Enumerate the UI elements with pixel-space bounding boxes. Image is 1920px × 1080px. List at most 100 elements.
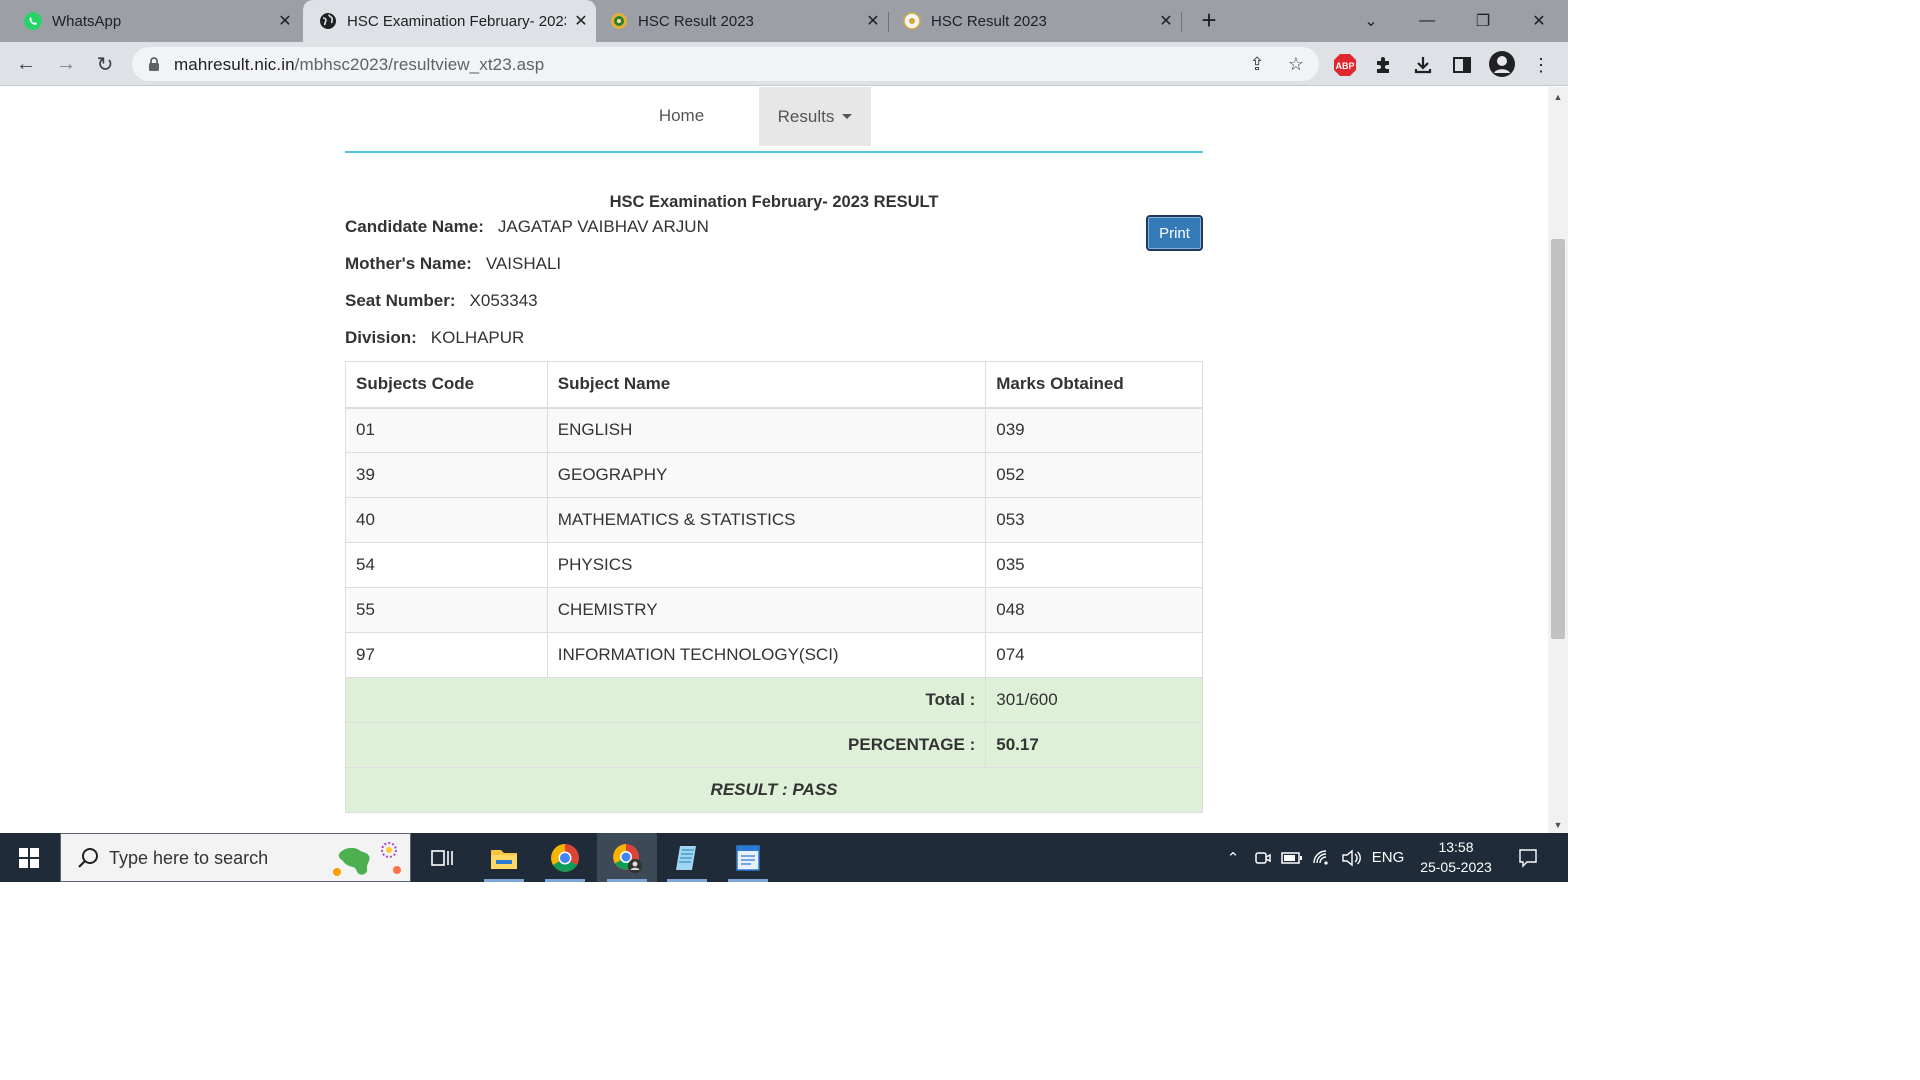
result-status: RESULT : PASS [345,767,1203,813]
url-text[interactable]: mahresult.nic.in/mbhsc2023/resultview_xt… [174,55,544,75]
scroll-up-arrow-icon[interactable]: ▲ [1548,89,1568,105]
wifi-icon[interactable] [1308,833,1336,882]
marks-cell: 074 [985,632,1203,678]
folder-icon [491,849,517,869]
percentage-row: PERCENTAGE : 50.17 [344,722,1203,768]
page-viewport: Home Results HSC Examination February- 2… [0,87,1548,833]
browser-tab-strip: WhatsApp ✕ HSC Examination February- 202… [0,0,1568,42]
tab-search-chevron-icon[interactable]: ⌄ [1343,0,1399,42]
windows-start-button[interactable] [0,833,58,882]
close-icon[interactable]: ✕ [270,11,300,31]
site-navbar: Home Results [345,87,1203,153]
subject-name-cell: MATHEMATICS & STATISTICS [546,497,987,543]
chrome-profile-icon [613,843,642,873]
volume-icon[interactable] [1338,833,1364,882]
emblem-icon [611,13,627,29]
address-bar[interactable]: mahresult.nic.in/mbhsc2023/resultview_xt… [132,47,1319,81]
candidate-name-row: Candidate Name: JAGATAP VAIBHAV ARJUN [345,217,709,237]
percentage-value: 50.17 [985,722,1203,768]
back-arrow-icon[interactable]: ← [10,48,42,80]
tab-hsc-result-2[interactable]: HSC Result 2023 ✕ [889,0,1181,42]
task-view-button[interactable] [412,833,472,882]
file-explorer-app[interactable] [474,833,534,882]
reload-icon[interactable]: ↻ [89,48,121,80]
division-row: Division: KOLHAPUR [345,328,524,348]
division-label: Division: [345,328,417,347]
tab-title: HSC Examination February- 2023 RESULT [347,12,566,30]
adblock-plus-icon[interactable]: ABP [1332,52,1358,78]
notepad-app[interactable] [657,833,717,882]
tab-title: WhatsApp [52,12,122,30]
seat-number-row: Seat Number: X053343 [345,291,538,311]
chrome-profile-app[interactable] [597,833,657,882]
language-indicator[interactable]: ENG [1366,833,1410,882]
forward-arrow-icon[interactable]: → [50,48,82,80]
battery-icon[interactable] [1278,833,1306,882]
new-tab-button[interactable]: + [1194,4,1224,36]
search-placeholder: Type here to search [109,848,269,868]
percentage-label: PERCENTAGE : [344,722,987,768]
close-icon[interactable]: ✕ [858,11,888,31]
table-row: 97 INFORMATION TECHNOLOGY(SCI) 074 [345,632,1203,678]
table-row: 54 PHYSICS 035 [345,542,1203,588]
chrome-app[interactable] [535,833,595,882]
task-view-icon [431,849,453,866]
table-row: 01 ENGLISH 039 [345,407,1203,453]
print-button[interactable]: Print [1146,215,1203,251]
close-icon[interactable]: ✕ [1151,11,1181,31]
nav-results-dropdown[interactable]: Results [759,87,871,146]
url-path: /mbhsc2023/resultview_xt23.asp [294,55,545,74]
document-app[interactable] [718,833,778,882]
taskbar-search-box[interactable]: Type here to search [60,833,411,882]
menu-kebab-icon[interactable]: ⋮ [1528,52,1554,78]
download-icon[interactable] [1410,52,1436,78]
total-row: Total : 301/600 [344,677,1203,723]
table-row: 55 CHEMISTRY 048 [345,587,1203,633]
table-row: 40 MATHEMATICS & STATISTICS 053 [345,497,1203,543]
marks-cell: 039 [985,407,1203,453]
header-subject-name: Subject Name [546,361,987,409]
globe-icon [320,13,336,29]
clock-time: 13:58 [1438,839,1474,855]
lock-icon[interactable] [148,56,160,72]
scroll-down-arrow-icon[interactable]: ▼ [1548,817,1568,833]
mother-name-value: VAISHALI [485,254,562,273]
taskbar-clock[interactable]: 13:58 25-05-2023 [1412,837,1500,877]
vertical-scrollbar[interactable]: ▲ ▼ [1548,87,1568,833]
tab-hsc-result-1[interactable]: HSC Result 2023 ✕ [596,0,888,42]
tray-chevron-up-icon[interactable]: ⌃ [1220,833,1246,882]
side-panel-icon[interactable] [1449,52,1475,78]
bookmark-star-icon[interactable]: ☆ [1283,52,1309,76]
profile-avatar[interactable] [1488,50,1516,78]
tab-whatsapp[interactable]: WhatsApp ✕ [0,0,300,42]
subject-code-cell: 01 [345,407,548,453]
notifications-icon[interactable] [1510,833,1546,882]
subject-code-cell: 39 [345,452,548,498]
tab-title: HSC Result 2023 [638,12,754,30]
close-window-button[interactable]: ✕ [1511,0,1567,42]
marks-cell: 052 [985,452,1203,498]
table-row: 39 GEOGRAPHY 052 [345,452,1203,498]
extensions-puzzle-icon[interactable] [1371,52,1397,78]
chrome-icon [551,843,579,872]
marks-table: Subjects Code Subject Name Marks Obtaine… [344,361,1203,813]
close-icon[interactable]: ✕ [566,11,596,31]
search-icon [78,848,98,868]
subject-code-cell: 40 [345,497,548,543]
restore-button[interactable]: ❐ [1455,0,1511,42]
marks-cell: 048 [985,587,1203,633]
scroll-thumb[interactable] [1551,239,1565,639]
search-highlight-icon [333,842,401,876]
minimize-button[interactable]: — [1399,0,1455,42]
nav-home-link[interactable]: Home [639,87,724,144]
tab-hsc-examination[interactable]: HSC Examination February- 2023 RESULT ✕ [303,0,596,42]
browser-toolbar: ← → ↻ mahresult.nic.in/mbhsc2023/resultv… [0,42,1568,86]
url-host: mahresult.nic.in [174,55,295,74]
subject-code-cell: 55 [345,587,548,633]
candidate-name-value: JAGATAP VAIBHAV ARJUN [497,217,709,236]
meet-now-icon[interactable] [1250,833,1276,882]
tab-title: HSC Result 2023 [931,12,1047,30]
total-value: 301/600 [985,677,1203,723]
share-icon[interactable]: ⇪ [1244,52,1270,76]
subject-name-cell: GEOGRAPHY [546,452,987,498]
